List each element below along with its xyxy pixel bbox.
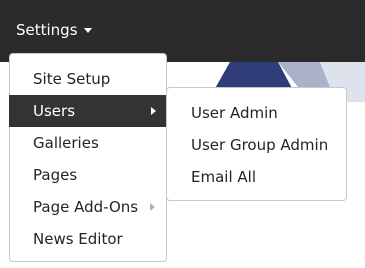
menu-item-news-editor[interactable]: News Editor [10, 223, 166, 255]
menu-item-label: Page Add-Ons [33, 198, 139, 216]
menu-item-galleries[interactable]: Galleries [10, 127, 166, 159]
submenu-item-email-all[interactable]: Email All [167, 161, 346, 193]
settings-dropdown-menu: Site Setup Users Galleries Pages Page Ad… [9, 53, 167, 262]
caret-right-icon [151, 107, 156, 115]
submenu-item-user-group-admin[interactable]: User Group Admin [167, 129, 346, 161]
settings-label: Settings [16, 21, 78, 39]
app-window: Settings Site Setup Users Galleries Page… [0, 0, 365, 268]
users-submenu: User Admin User Group Admin Email All [166, 87, 347, 201]
submenu-item-label: User Group Admin [191, 136, 329, 154]
caret-down-icon [83, 28, 92, 33]
menu-item-label: News Editor [33, 230, 123, 248]
menu-item-pages[interactable]: Pages [10, 159, 166, 191]
menu-item-label: Site Setup [33, 70, 111, 88]
menu-item-page-add-ons[interactable]: Page Add-Ons [10, 191, 166, 223]
menu-item-label: Pages [33, 166, 78, 184]
menu-item-site-setup[interactable]: Site Setup [10, 63, 166, 95]
caret-right-icon [150, 203, 155, 211]
menu-item-label: Galleries [33, 134, 99, 152]
menu-item-label: Users [33, 102, 76, 120]
submenu-item-label: Email All [191, 168, 256, 186]
menu-item-users[interactable]: Users [9, 95, 167, 127]
settings-dropdown-toggle[interactable]: Settings [16, 19, 92, 41]
submenu-item-label: User Admin [191, 104, 278, 122]
submenu-item-user-admin[interactable]: User Admin [167, 97, 346, 129]
